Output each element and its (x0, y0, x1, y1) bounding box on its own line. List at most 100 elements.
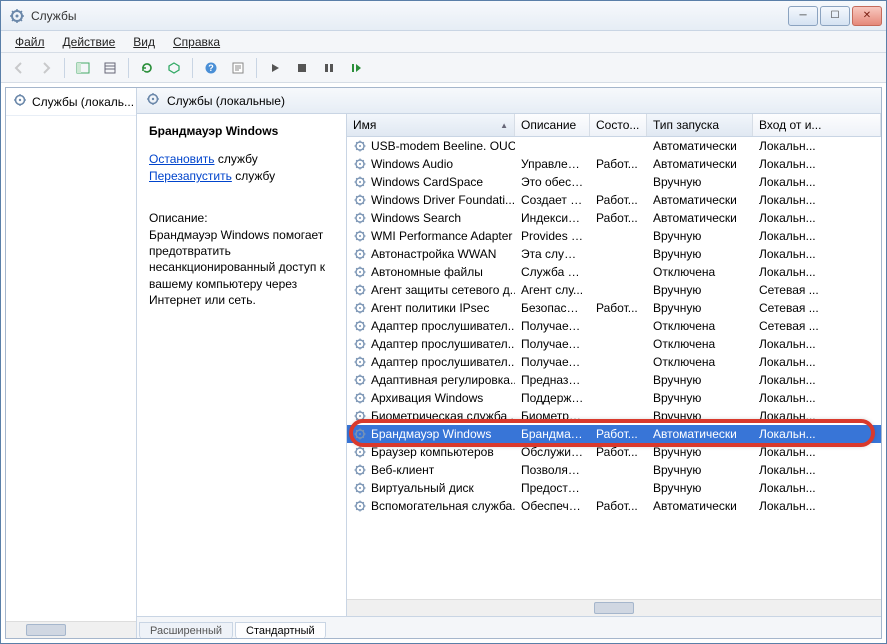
service-row[interactable]: Windows SearchИндексир...Работ...Автомат… (347, 209, 881, 227)
list-hscrollbar[interactable] (347, 599, 881, 616)
service-startup: Автоматически (647, 427, 753, 441)
service-row[interactable]: Автонастройка WWANЭта служб...ВручнуюЛок… (347, 245, 881, 263)
back-button[interactable] (7, 56, 31, 80)
service-logon: Локальн... (753, 409, 881, 423)
pause-service-button[interactable] (317, 56, 341, 80)
stop-action: Остановить службу (149, 152, 334, 166)
service-gear-icon (353, 445, 367, 459)
service-row[interactable]: Агент политики IPsecБезопасно...Работ...… (347, 299, 881, 317)
close-button[interactable]: ✕ (852, 6, 882, 26)
service-name: Windows Driver Foundati... (371, 193, 515, 207)
column-logon[interactable]: Вход от и... (753, 114, 881, 136)
service-gear-icon (353, 427, 367, 441)
service-row[interactable]: Адаптер прослушивател...Получает ...Откл… (347, 335, 881, 353)
service-row[interactable]: WMI Performance AdapterProvides p...Вруч… (347, 227, 881, 245)
service-row[interactable]: Адаптер прослушивател...Получает ...Откл… (347, 353, 881, 371)
service-name: Windows CardSpace (371, 175, 483, 189)
service-gear-icon (353, 337, 367, 351)
properties-button[interactable] (162, 56, 186, 80)
forward-button[interactable] (34, 56, 58, 80)
tree-root-services[interactable]: Службы (локаль... (6, 88, 136, 116)
service-row[interactable]: Автономные файлыСлужба ав...ОтключенаЛок… (347, 263, 881, 281)
service-startup: Автоматически (647, 139, 753, 153)
service-name: Windows Audio (371, 157, 453, 171)
selected-service-title: Брандмауэр Windows (149, 124, 334, 138)
service-state: Работ... (590, 193, 647, 207)
service-row[interactable]: Виртуальный дискПредостав...ВручнуюЛокал… (347, 479, 881, 497)
service-gear-icon (353, 211, 367, 225)
menu-help[interactable]: Справка (165, 33, 228, 51)
service-name: Адаптер прослушивател... (371, 319, 515, 333)
show-hide-tree-button[interactable] (71, 56, 95, 80)
column-startup-type[interactable]: Тип запуска (647, 114, 753, 136)
service-row[interactable]: Windows CardSpaceЭто обесп...ВручнуюЛока… (347, 173, 881, 191)
svg-text:?: ? (208, 63, 214, 73)
service-name: Автономные файлы (371, 265, 483, 279)
service-logon: Локальн... (753, 229, 881, 243)
service-gear-icon (353, 301, 367, 315)
service-startup: Автоматически (647, 193, 753, 207)
service-description: Обеспечи... (515, 499, 590, 513)
service-row[interactable]: Браузер компьютеровОбслужив...Работ...Вр… (347, 443, 881, 461)
menu-file[interactable]: Файл (7, 33, 53, 51)
help-topics-button[interactable] (226, 56, 250, 80)
service-name: Веб-клиент (371, 463, 434, 477)
menu-view[interactable]: Вид (125, 33, 163, 51)
restart-service-link[interactable]: Перезапустить (149, 169, 232, 183)
service-description: Безопасно... (515, 301, 590, 315)
service-startup: Вручную (647, 463, 753, 477)
column-description[interactable]: Описание (515, 114, 590, 136)
start-service-button[interactable] (263, 56, 287, 80)
service-state: Работ... (590, 499, 647, 513)
service-gear-icon (353, 175, 367, 189)
tab-standard[interactable]: Стандартный (235, 622, 326, 639)
stop-service-link[interactable]: Остановить (149, 152, 215, 166)
service-row[interactable]: USB-modem Beeline. OUCАвтоматическиЛокал… (347, 137, 881, 155)
service-logon: Локальн... (753, 391, 881, 405)
service-row[interactable]: Windows AudioУправлен...Работ...Автомати… (347, 155, 881, 173)
service-name: Вспомогательная служба... (371, 499, 515, 513)
help-button[interactable]: ? (199, 56, 223, 80)
service-description: Получает ... (515, 337, 590, 351)
refresh-button[interactable] (135, 56, 159, 80)
service-logon: Локальн... (753, 157, 881, 171)
column-state[interactable]: Состо... (590, 114, 647, 136)
service-description: Provides p... (515, 229, 590, 243)
service-description: Обслужив... (515, 445, 590, 459)
maximize-button[interactable]: ☐ (820, 6, 850, 26)
restart-service-button[interactable] (344, 56, 368, 80)
service-row[interactable]: Вспомогательная служба...Обеспечи...Рабо… (347, 497, 881, 515)
service-logon: Локальн... (753, 355, 881, 369)
stop-service-button[interactable] (290, 56, 314, 80)
service-row[interactable]: Архивация WindowsПоддержк...ВручнуюЛокал… (347, 389, 881, 407)
service-description: Предназна... (515, 373, 590, 387)
service-description: Управлен... (515, 157, 590, 171)
services-list[interactable]: USB-modem Beeline. OUCАвтоматическиЛокал… (347, 137, 881, 599)
services-tree-icon (12, 92, 28, 111)
service-name: Адаптивная регулировка... (371, 373, 515, 387)
service-gear-icon (353, 373, 367, 387)
service-row[interactable]: Брандмауэр WindowsБрандмау...Работ...Авт… (347, 425, 881, 443)
service-name: Адаптер прослушивател... (371, 355, 515, 369)
column-name[interactable]: Имя ▲ (347, 114, 515, 136)
service-gear-icon (353, 157, 367, 171)
service-startup: Вручную (647, 229, 753, 243)
service-row[interactable]: Windows Driver Foundati...Создает п...Ра… (347, 191, 881, 209)
window-controls: ─ ☐ ✕ (788, 6, 882, 26)
menu-action[interactable]: Действие (55, 33, 124, 51)
service-startup: Вручную (647, 373, 753, 387)
tab-extended[interactable]: Расширенный (139, 622, 233, 639)
service-row[interactable]: Веб-клиентПозволяет...ВручнуюЛокальн... (347, 461, 881, 479)
service-row[interactable]: Биометрическая служба ...Биометри...Вруч… (347, 407, 881, 425)
tree-hscrollbar[interactable] (6, 621, 136, 638)
service-row[interactable]: Адаптер прослушивател...Получает ...Откл… (347, 317, 881, 335)
service-row[interactable]: Агент защиты сетевого д...Агент слу...Вр… (347, 281, 881, 299)
service-gear-icon (353, 283, 367, 297)
minimize-button[interactable]: ─ (788, 6, 818, 26)
export-button[interactable] (98, 56, 122, 80)
service-row[interactable]: Адаптивная регулировка...Предназна... Вру… (347, 371, 881, 389)
service-logon: Локальн... (753, 193, 881, 207)
service-logon: Сетевая ... (753, 283, 881, 297)
service-name: Браузер компьютеров (371, 445, 494, 459)
service-logon: Сетевая ... (753, 319, 881, 333)
